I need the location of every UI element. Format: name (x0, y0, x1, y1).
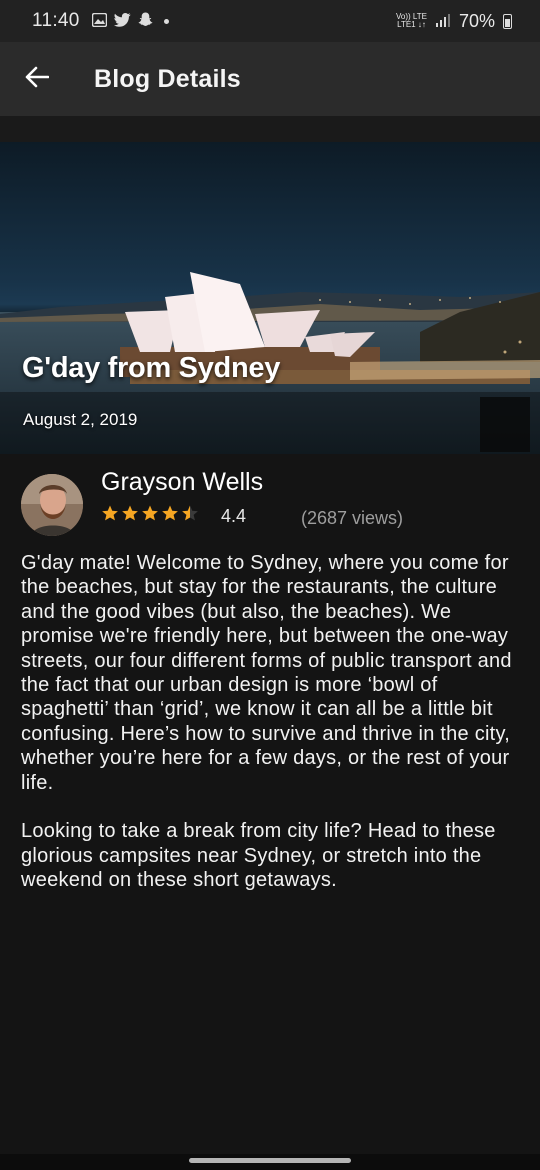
battery-percent: 70% (458, 10, 495, 31)
app-bar: Blog Details (0, 42, 540, 116)
arrow-left-icon (25, 66, 50, 93)
author-section: Grayson Wells 4.4 (2687 views) (0, 464, 540, 544)
status-bar: 11:40 Vo)) LTE LTE1 ↓↑ 70% (0, 0, 540, 42)
network-indicator: Vo)) LTE LTE1 ↓↑ (395, 12, 427, 29)
battery-icon (503, 13, 512, 29)
star-full-icon (161, 504, 179, 527)
gallery-icon (91, 12, 107, 30)
star-half-icon (181, 504, 199, 527)
status-right: Vo)) LTE LTE1 ↓↑ 70% (396, 11, 512, 32)
status-time: 11:40 (32, 10, 80, 31)
twitter-icon (113, 12, 131, 30)
post-date: August 2, 2019 (23, 410, 138, 429)
avatar-image (21, 474, 83, 536)
hero-image (0, 142, 540, 454)
article-body: G'day mate! Welcome to Sydney, where you… (21, 551, 523, 917)
author-name[interactable]: Grayson Wells (101, 468, 263, 497)
page-title: Blog Details (94, 64, 241, 93)
back-button[interactable] (0, 42, 74, 116)
star-full-icon (101, 504, 119, 527)
view-count: (2687 views) (301, 508, 404, 528)
rating-value: 4.4 (221, 506, 247, 526)
star-full-icon (141, 504, 159, 527)
hero-title: G'day from Sydney (22, 352, 281, 384)
avatar[interactable] (21, 474, 83, 536)
article-paragraph: Looking to take a break from city life? … (21, 820, 496, 892)
header-spacer (0, 116, 540, 142)
signal-icon (435, 11, 451, 32)
article-paragraph: G'day mate! Welcome to Sydney, where you… (21, 552, 512, 794)
rating-stars (101, 504, 199, 527)
hero-banner: G'day from Sydney August 2, 2019 (0, 142, 540, 454)
star-full-icon (121, 504, 139, 527)
snapchat-icon (138, 12, 153, 30)
notification-dot-icon (163, 18, 169, 24)
home-gesture-handle[interactable] (189, 1158, 351, 1163)
